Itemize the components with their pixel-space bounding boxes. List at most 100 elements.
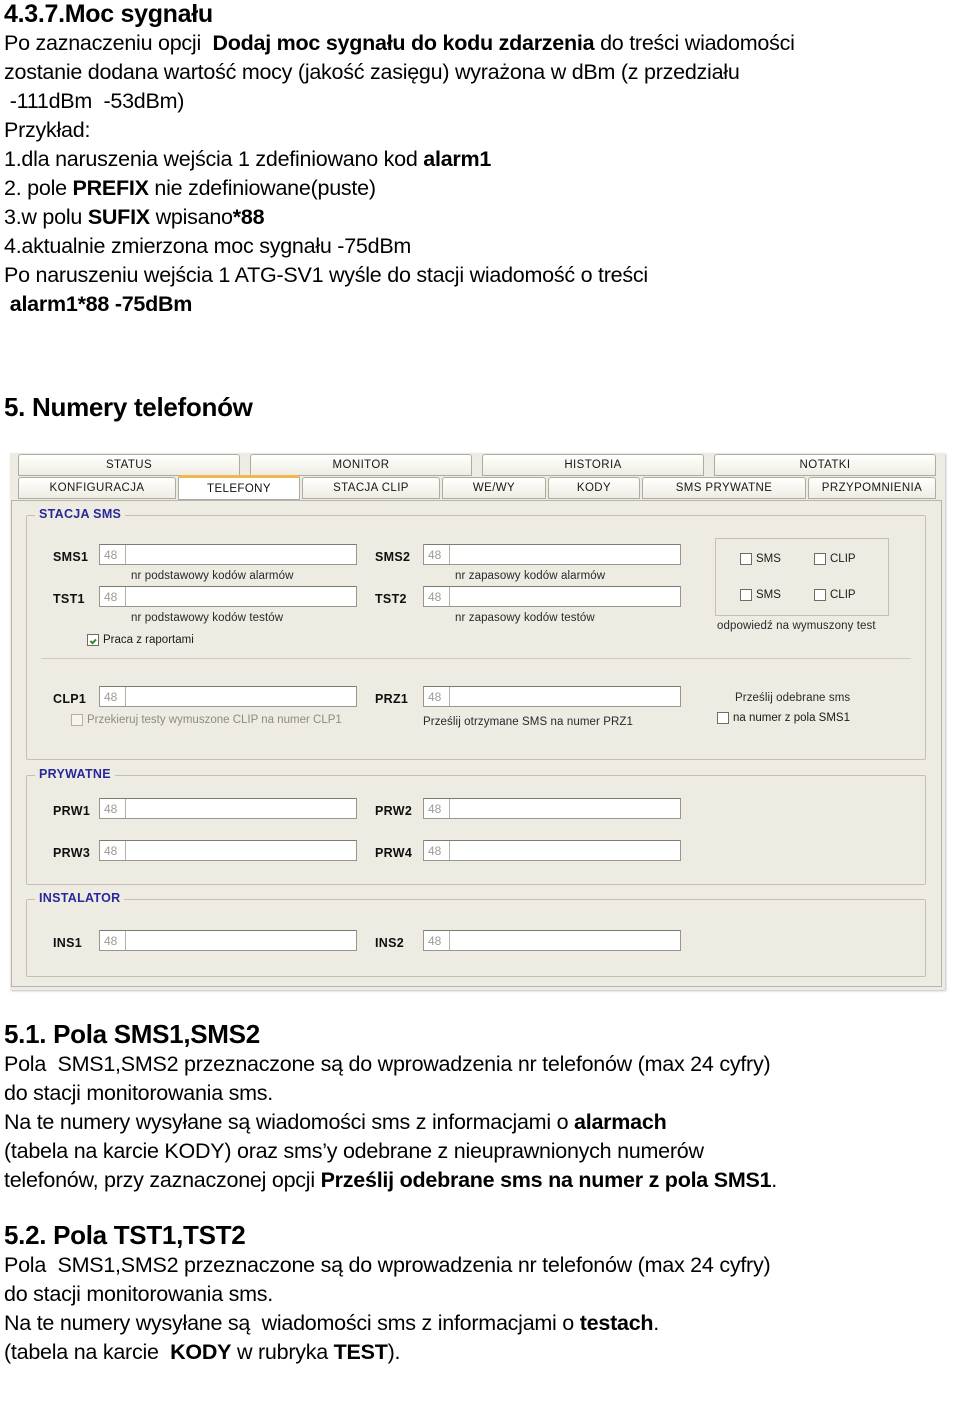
checkbox-icon bbox=[717, 712, 729, 724]
text-run-bold: Prześlij odebrane sms na numer z pola SM… bbox=[320, 1168, 772, 1192]
tab-telefony[interactable]: TELEFONY bbox=[178, 475, 300, 500]
text-run: do treści wiadomości bbox=[594, 31, 795, 55]
paragraph-line5: 1.dla naruszenia wejścia 1 zdefiniowano … bbox=[4, 145, 954, 174]
input-ins2[interactable]: 48 bbox=[423, 930, 681, 951]
heading-5-1: 5.1. Pola SMS1,SMS2 bbox=[4, 1019, 260, 1049]
input-clp1[interactable]: 48 bbox=[99, 686, 357, 707]
paragraph-5-2-line1: Pola SMS1,SMS2 przeznaczone są do wprowa… bbox=[4, 1253, 771, 1277]
input-prw2[interactable]: 48 bbox=[423, 798, 681, 819]
tab-row-bottom: KONFIGURACJA TELEFONY STACJA CLIP WE/WY … bbox=[10, 475, 945, 500]
value-sms1 bbox=[126, 545, 356, 564]
tab-sms-prywatne[interactable]: SMS PRYWATNE bbox=[642, 477, 806, 499]
text-run: 1.dla naruszenia wejścia 1 zdefiniowano … bbox=[4, 147, 424, 171]
prefix-tst1: 48 bbox=[100, 587, 126, 606]
checkbox-praca-z-raportami[interactable]: Praca z raportami bbox=[87, 634, 194, 646]
text-run-bold: alarm1 bbox=[423, 147, 492, 171]
value-prw2 bbox=[450, 799, 680, 818]
tab-stacja-clip[interactable]: STACJA CLIP bbox=[302, 477, 440, 499]
prefix-prw3: 48 bbox=[100, 841, 126, 860]
text-run: (tabela na karcie bbox=[4, 1340, 171, 1364]
text-run: 2. pole bbox=[4, 176, 73, 200]
group-instalator: INSTALATOR INS1 48 INS2 48 bbox=[26, 891, 926, 977]
value-tst2 bbox=[450, 587, 680, 606]
checkbox-answer-sms-1[interactable]: SMS bbox=[740, 553, 781, 565]
text-run-bold: KODY bbox=[170, 1340, 232, 1364]
text-run-bold: PREFIX bbox=[72, 176, 149, 200]
checkbox-answer-clip-2[interactable]: CLIP bbox=[814, 589, 856, 601]
input-ins1[interactable]: 48 bbox=[99, 930, 357, 951]
paragraph-line10: alarm1*88 -75dBm bbox=[4, 292, 193, 316]
hint-tst2: nr zapasowy kodów testów bbox=[455, 612, 595, 624]
paragraph-5-2-line3: Na te numery wysyłane są wiadomości sms … bbox=[4, 1309, 954, 1338]
value-prw1 bbox=[126, 799, 356, 818]
heading-5-2: 5.2. Pola TST1,TST2 bbox=[4, 1220, 246, 1250]
value-prw4 bbox=[450, 841, 680, 860]
text-run: Na te numery wysyłane są wiadomości sms … bbox=[4, 1110, 575, 1134]
checkbox-na-numer-z-pola-sms1[interactable]: na numer z pola SMS1 bbox=[717, 712, 850, 724]
checkbox-icon bbox=[87, 634, 99, 646]
value-prw3 bbox=[126, 841, 356, 860]
label-sms2: SMS2 bbox=[375, 550, 411, 564]
paragraph-5-1-line3: Na te numery wysyłane są wiadomości sms … bbox=[4, 1108, 954, 1137]
input-sms1[interactable]: 48 bbox=[99, 544, 357, 565]
tab-label: HISTORIA bbox=[564, 459, 622, 471]
checkbox-icon bbox=[740, 589, 752, 601]
text-run: wpisano bbox=[149, 205, 233, 229]
checkbox-icon bbox=[814, 553, 826, 565]
group-title-prywatne: PRYWATNE bbox=[35, 767, 115, 781]
checkbox-label: SMS bbox=[756, 589, 781, 601]
tab-status[interactable]: STATUS bbox=[18, 454, 240, 476]
checkbox-answer-clip-1[interactable]: CLIP bbox=[814, 553, 856, 565]
input-sms2[interactable]: 48 bbox=[423, 544, 681, 565]
checkbox-label: CLIP bbox=[830, 589, 856, 601]
text-run: Po zaznaczeniu opcji bbox=[4, 31, 213, 55]
text-run: telefonów, przy zaznaczonej opcji bbox=[4, 1168, 321, 1192]
paragraph-4-3-7: Po zaznaczeniu opcji Dodaj moc sygnału d… bbox=[4, 29, 954, 58]
text-run: . bbox=[771, 1168, 778, 1192]
input-tst1[interactable]: 48 bbox=[99, 586, 357, 607]
checkbox-label: Przekieruj testy wymuszone CLIP na numer… bbox=[87, 714, 342, 726]
paragraph-5-1-line2: do stacji monitorowania sms. bbox=[4, 1081, 274, 1105]
input-prw4[interactable]: 48 bbox=[423, 840, 681, 861]
caption-przeslij-odebrane-sms: Prześlij odebrane sms bbox=[735, 692, 851, 704]
prefix-sms1: 48 bbox=[100, 545, 126, 564]
value-ins2 bbox=[450, 931, 680, 950]
label-prw3: PRW3 bbox=[53, 846, 91, 860]
document-body: 4.3.7.Moc sygnału Po zaznaczeniu opcji D… bbox=[0, 0, 960, 423]
checkbox-przekieruj-testy-clip[interactable]: Przekieruj testy wymuszone CLIP na numer… bbox=[71, 714, 342, 726]
tab-przypomnienia[interactable]: PRZYPOMNIENIA bbox=[808, 477, 936, 499]
tab-monitor[interactable]: MONITOR bbox=[250, 454, 472, 476]
tab-we-wy[interactable]: WE/WY bbox=[442, 477, 546, 499]
tab-historia[interactable]: HISTORIA bbox=[482, 454, 704, 476]
group-title-stacja-sms: STACJA SMS bbox=[35, 507, 126, 521]
checkbox-icon bbox=[71, 714, 83, 726]
tab-label: TELEFONY bbox=[207, 482, 271, 495]
divider bbox=[41, 658, 911, 659]
prefix-ins2: 48 bbox=[424, 931, 450, 950]
hint-sms2: nr zapasowy kodów alarmów bbox=[455, 570, 606, 582]
input-prw3[interactable]: 48 bbox=[99, 840, 357, 861]
tab-notatki[interactable]: NOTATKI bbox=[714, 454, 936, 476]
input-prw1[interactable]: 48 bbox=[99, 798, 357, 819]
label-tst1: TST1 bbox=[53, 592, 85, 606]
label-prw2: PRW2 bbox=[375, 804, 413, 818]
text-run-bold: TEST bbox=[333, 1340, 388, 1364]
app-screenshot: STATUS MONITOR HISTORIA NOTATKI KONFIGUR… bbox=[10, 453, 945, 990]
tab-label: WE/WY bbox=[472, 482, 516, 494]
group-stacja-sms: STACJA SMS SMS1 48 nr podstawowy kodów a… bbox=[26, 507, 926, 760]
tab-konfiguracja[interactable]: KONFIGURACJA bbox=[18, 477, 176, 499]
tab-kody[interactable]: KODY bbox=[548, 477, 640, 499]
tab-label: STATUS bbox=[105, 459, 153, 471]
tab-label: SMS PRYWATNE bbox=[675, 482, 773, 494]
paragraph-line6: 2. pole PREFIX nie zdefiniowane(puste) bbox=[4, 174, 954, 203]
tab-label: KODY bbox=[576, 482, 612, 494]
tab-label: STACJA CLIP bbox=[333, 482, 409, 494]
checkbox-answer-sms-2[interactable]: SMS bbox=[740, 589, 781, 601]
hint-tst1: nr podstawowy kodów testów bbox=[131, 612, 284, 624]
input-prz1[interactable]: 48 bbox=[423, 686, 681, 707]
label-prw4: PRW4 bbox=[375, 846, 413, 860]
input-tst2[interactable]: 48 bbox=[423, 586, 681, 607]
text-run: ). bbox=[387, 1340, 401, 1364]
paragraph-5-2-line2: do stacji monitorowania sms. bbox=[4, 1282, 274, 1306]
